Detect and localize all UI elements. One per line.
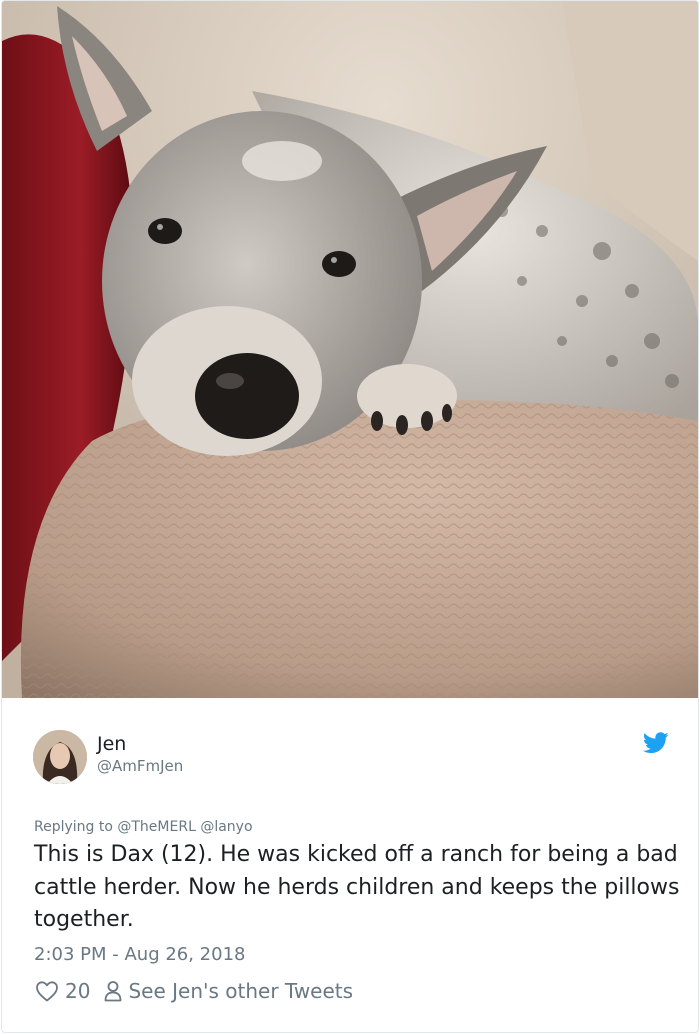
see-other-tweets-link[interactable]: See Jen's other Tweets [104,979,353,1003]
avatar[interactable] [33,730,87,784]
author-names: Jen @AmFmJen [97,732,183,776]
heart-icon [36,981,58,1002]
like-button[interactable]: 20 [35,979,90,1003]
tweet-actions: 20 See Jen's other Tweets [35,979,353,1003]
avatar-photo [33,730,87,784]
tweet-text: This is Dax (12). He was kicked off a ra… [34,842,680,932]
dog-photo [2,1,698,698]
person-icon [105,981,122,1002]
tweet-author[interactable]: Jen @AmFmJen [33,729,183,785]
twitter-bird-icon[interactable] [642,732,669,754]
see-other-tweets-label: See Jen's other Tweets [128,979,354,1003]
tweet-photo[interactable] [2,1,698,698]
like-count: 20 [65,979,91,1003]
user-handle[interactable]: @AmFmJen [97,756,183,776]
tweet-timestamp[interactable]: 2:03 PM - Aug 26, 2018 [34,943,246,967]
display-name[interactable]: Jen [97,732,183,756]
tweet-card: Jen @AmFmJen Replying to @TheMERL @lanyo… [1,0,699,1033]
replying-to[interactable]: Replying to @TheMERL @lanyo [34,817,253,837]
